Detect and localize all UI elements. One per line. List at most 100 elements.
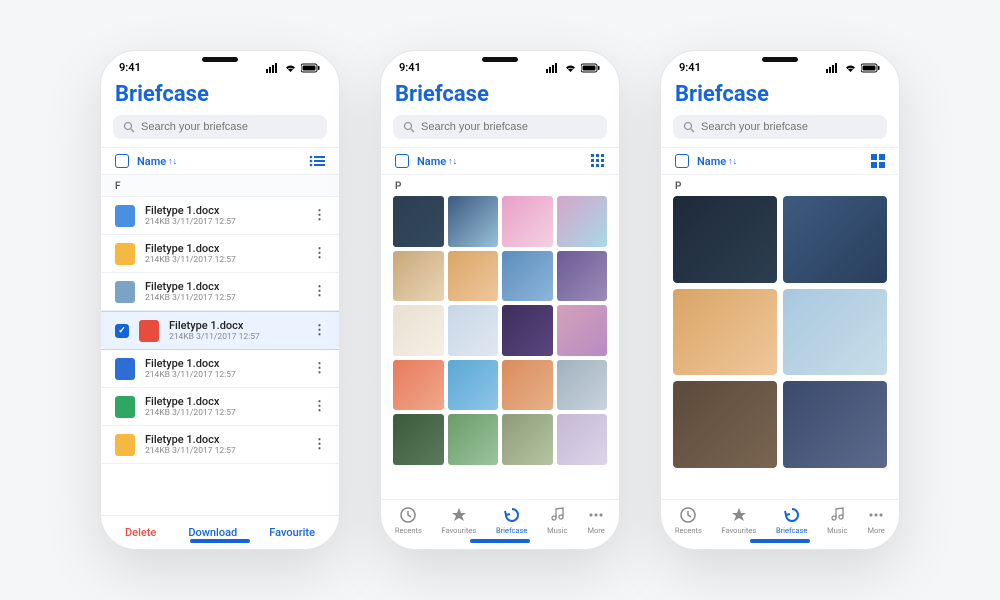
tab-briefcase[interactable]: Briefcase [496, 506, 527, 535]
more-icon[interactable]: ⋮ [313, 208, 325, 223]
tab-more[interactable]: More [867, 506, 885, 535]
tab-briefcase[interactable]: Briefcase [776, 506, 807, 535]
search-field[interactable] [113, 115, 327, 139]
select-all-checkbox[interactable] [115, 154, 129, 168]
file-type-icon [139, 320, 159, 342]
photo-thumbnail[interactable] [783, 381, 887, 468]
photo-thumbnail[interactable] [393, 414, 444, 465]
notch [170, 51, 270, 71]
tab-recents[interactable]: Recents [675, 506, 702, 535]
select-all-checkbox[interactable] [395, 154, 409, 168]
photo-thumbnail[interactable] [673, 381, 777, 468]
photo-thumbnail[interactable] [783, 289, 887, 376]
status-icons [266, 63, 321, 73]
photo-thumbnail[interactable] [783, 196, 887, 283]
photo-thumbnail[interactable] [448, 196, 499, 247]
file-row[interactable]: Filetype 1.docx214KB 3/11/2017 12:57 ⋮ [101, 273, 339, 311]
phone-list-view: 9:41 Briefcase Name ↑↓ F Filetype 1.docx… [100, 50, 340, 550]
more-icon[interactable]: ⋮ [313, 437, 325, 452]
section-header: P [661, 175, 899, 196]
favourite-button[interactable]: Favourite [269, 526, 315, 539]
app-title: Briefcase [381, 78, 619, 115]
photo-thumbnail[interactable] [448, 360, 499, 411]
status-icons [826, 63, 881, 73]
search-input[interactable] [141, 121, 317, 133]
file-details: 214KB 3/11/2017 12:57 [169, 332, 303, 342]
more-icon[interactable]: ⋮ [313, 399, 325, 414]
file-details: 214KB 3/11/2017 12:57 [145, 293, 303, 303]
select-all-checkbox[interactable] [675, 154, 689, 168]
photo-thumbnail[interactable] [393, 360, 444, 411]
search-field[interactable] [393, 115, 607, 139]
photo-thumbnail[interactable] [557, 196, 608, 247]
file-meta: Filetype 1.docx214KB 3/11/2017 12:57 [145, 433, 303, 456]
sort-button[interactable]: Name ↑↓ [417, 155, 457, 168]
photo-thumbnail[interactable] [448, 251, 499, 302]
phone-grid-large: 9:41 Briefcase Name ↑↓ P Recents Favouri… [660, 50, 900, 550]
tab-recents[interactable]: Recents [395, 506, 422, 535]
file-meta: Filetype 1.docx214KB 3/11/2017 12:57 [169, 319, 303, 342]
photo-thumbnail[interactable] [393, 196, 444, 247]
file-row[interactable]: Filetype 1.docx214KB 3/11/2017 12:57 ⋮ [101, 197, 339, 235]
status-time: 9:41 [679, 61, 701, 74]
photo-thumbnail[interactable] [393, 305, 444, 356]
search-field[interactable] [673, 115, 887, 139]
status-time: 9:41 [119, 61, 141, 74]
photo-thumbnail[interactable] [557, 251, 608, 302]
search-icon [123, 121, 135, 133]
photo-thumbnail[interactable] [673, 196, 777, 283]
download-button[interactable]: Download [188, 526, 237, 539]
home-indicator[interactable] [470, 539, 530, 543]
grid-small [381, 196, 619, 499]
more-icon[interactable]: ⋮ [313, 284, 325, 299]
search-icon [683, 121, 695, 133]
phone-grid-small: 9:41 Briefcase Name ↑↓ P Recents Favouri… [380, 50, 620, 550]
file-row[interactable]: Filetype 1.docx214KB 3/11/2017 12:57⋮ [101, 235, 339, 273]
photo-thumbnail[interactable] [557, 414, 608, 465]
search-input[interactable] [701, 121, 877, 133]
tab-music[interactable]: Music [547, 506, 567, 535]
sort-row: Name ↑↓ [381, 147, 619, 175]
home-indicator[interactable] [190, 539, 250, 543]
wifi-icon [284, 63, 297, 73]
more-icon[interactable]: ⋮ [313, 246, 325, 261]
photo-thumbnail[interactable] [502, 305, 553, 356]
photo-thumbnail[interactable] [502, 196, 553, 247]
photo-thumbnail[interactable] [448, 305, 499, 356]
more-icon[interactable]: ⋮ [313, 361, 325, 376]
tab-more[interactable]: More [587, 506, 605, 535]
file-type-icon [115, 205, 135, 227]
grid-small-toggle-icon[interactable] [591, 154, 605, 168]
file-row[interactable]: Filetype 1.docx214KB 3/11/2017 12:57⋮ [101, 388, 339, 426]
file-row[interactable]: Filetype 1.docx214KB 3/11/2017 12:57 ⋮ [101, 426, 339, 464]
tab-music[interactable]: Music [827, 506, 847, 535]
photo-thumbnail[interactable] [393, 251, 444, 302]
file-details: 214KB 3/11/2017 12:57 [145, 255, 303, 265]
list-view-toggle-icon[interactable] [309, 155, 325, 167]
sort-row: Name ↑↓ [661, 147, 899, 175]
photo-thumbnail[interactable] [673, 289, 777, 376]
app-title: Briefcase [101, 78, 339, 115]
file-row[interactable]: Filetype 1.docx214KB 3/11/2017 12:57⋮ [101, 350, 339, 388]
file-meta: Filetype 1.docx214KB 3/11/2017 12:57 [145, 204, 303, 227]
file-row[interactable]: ✓ Filetype 1.docx214KB 3/11/2017 12:57 ⋮ [101, 311, 339, 350]
home-indicator[interactable] [750, 539, 810, 543]
photo-thumbnail[interactable] [557, 305, 608, 356]
search-input[interactable] [421, 121, 597, 133]
grid-large-toggle-icon[interactable] [871, 154, 885, 168]
photo-thumbnail[interactable] [448, 414, 499, 465]
sort-button[interactable]: Name ↑↓ [697, 155, 737, 168]
row-checkbox-checked[interactable]: ✓ [115, 324, 129, 338]
tab-favourites[interactable]: Favourites [442, 506, 477, 535]
sort-button[interactable]: Name ↑↓ [137, 155, 177, 168]
photo-thumbnail[interactable] [502, 414, 553, 465]
photo-thumbnail[interactable] [502, 360, 553, 411]
more-icon[interactable]: ⋮ [313, 323, 325, 338]
delete-button[interactable]: Delete [125, 526, 156, 539]
sort-row: Name ↑↓ [101, 147, 339, 175]
file-name: Filetype 1.docx [145, 280, 303, 293]
tab-favourites[interactable]: Favourites [722, 506, 757, 535]
photo-thumbnail[interactable] [557, 360, 608, 411]
photo-thumbnail[interactable] [502, 251, 553, 302]
file-type-icon [115, 358, 135, 380]
